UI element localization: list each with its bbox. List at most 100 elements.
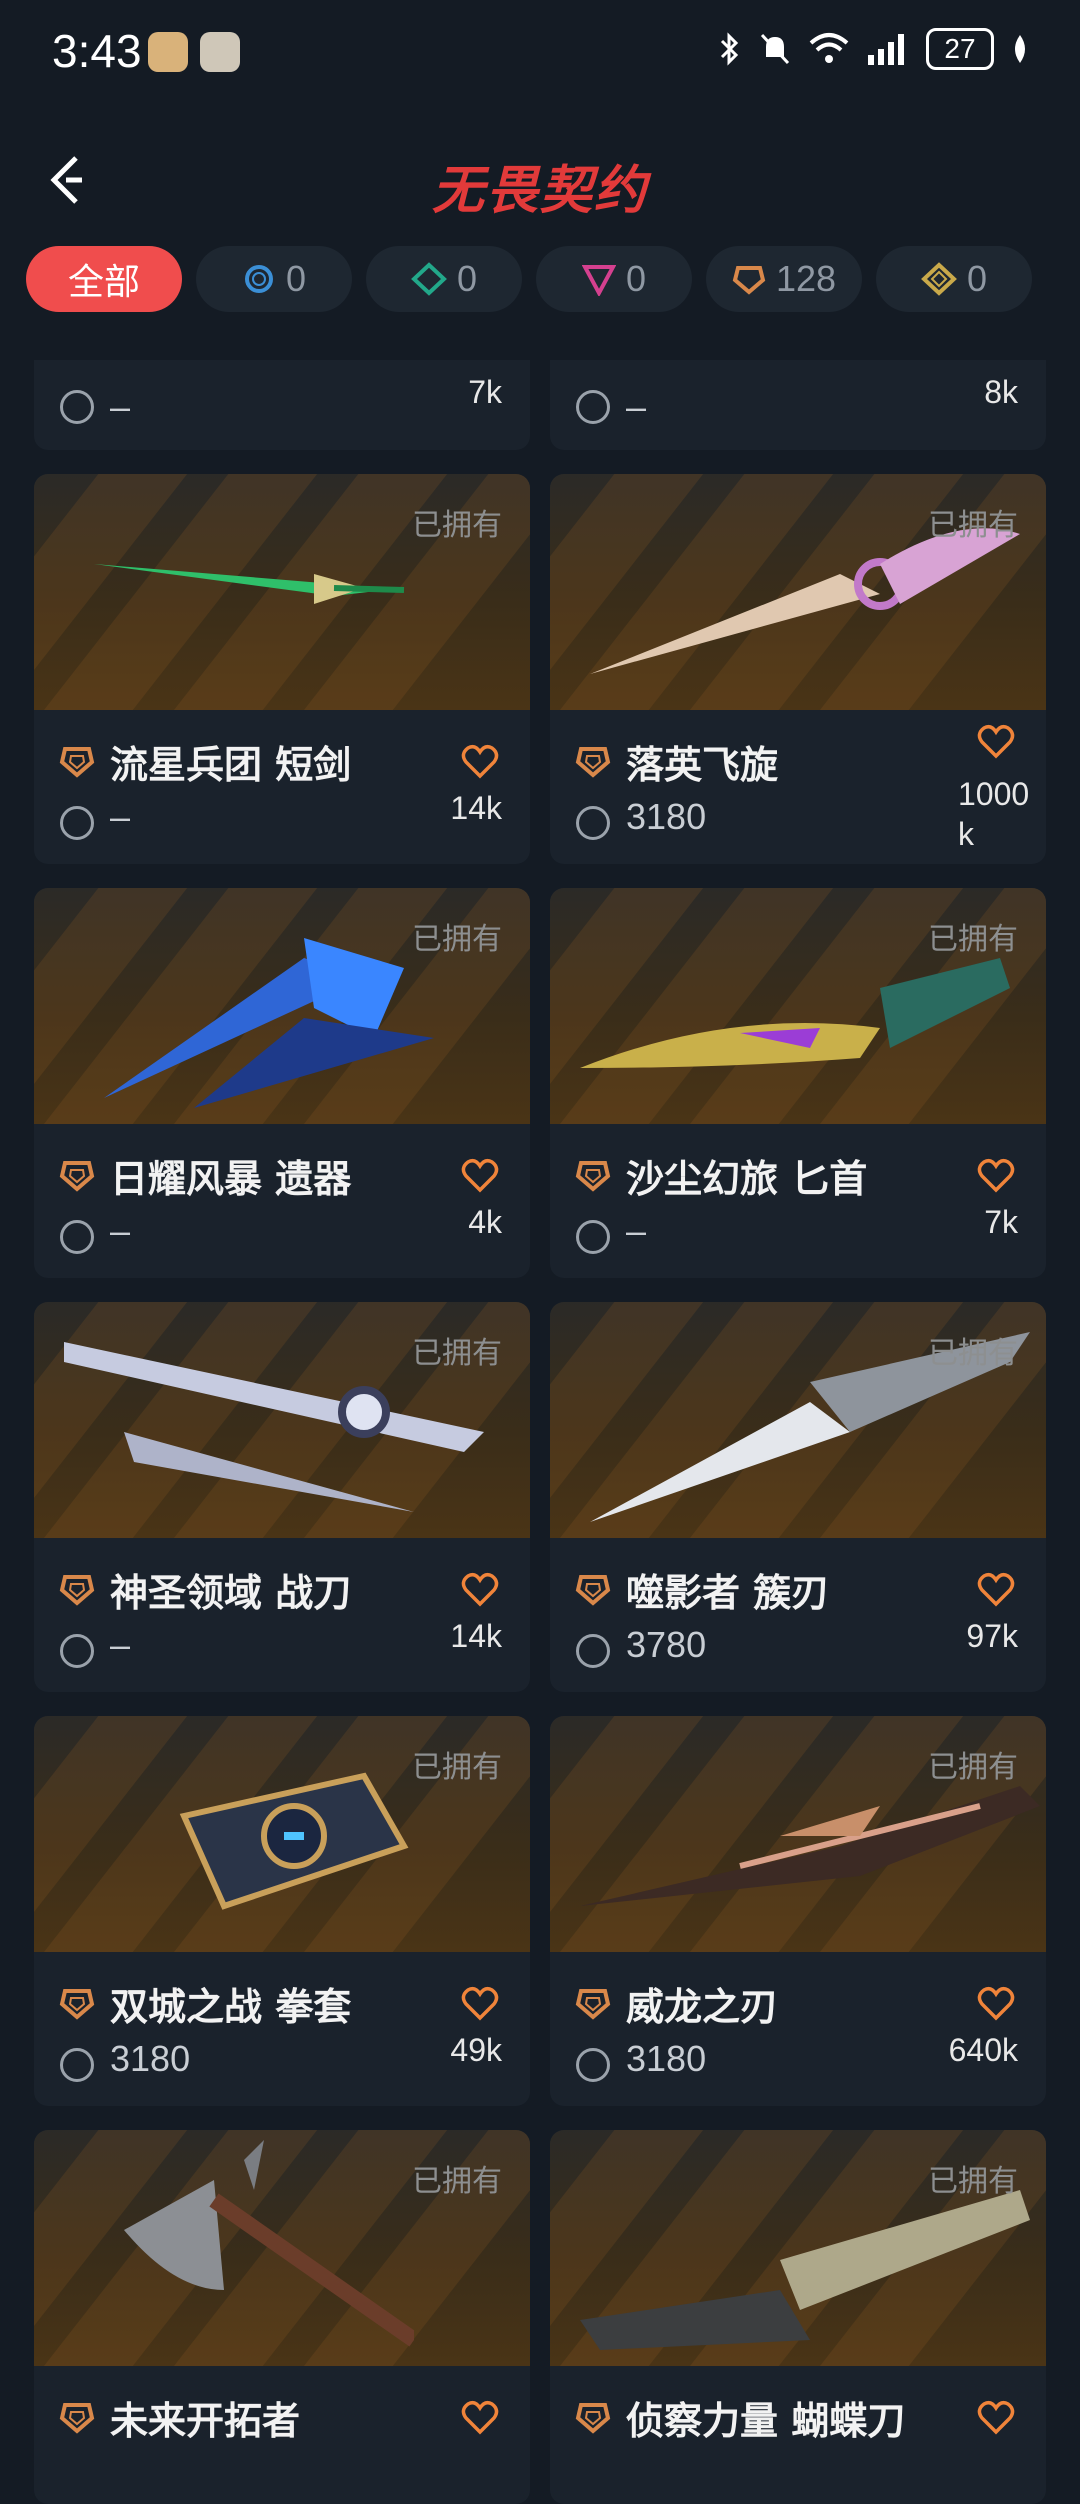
skin-name: 神圣领域 战刀 <box>110 1571 352 1615</box>
heart-icon[interactable] <box>976 1156 1016 1196</box>
orange-pentagon-icon <box>59 1989 95 2020</box>
card-price: 3180 <box>110 2038 191 2079</box>
skin-card[interactable]: 已拥有 噬影者 簇刃 3780 97k <box>550 1302 1046 1692</box>
partial-card[interactable]: – 8k <box>550 360 1046 450</box>
heart-icon[interactable] <box>460 1156 500 1196</box>
card-price: – <box>110 1624 131 1665</box>
skin-name: 威龙之刃 <box>626 1985 779 2029</box>
orange-pentagon-icon <box>59 747 95 778</box>
heart-icon[interactable] <box>460 1984 500 2024</box>
bluetooth-icon <box>720 32 739 66</box>
skin-name: 双城之战 拳套 <box>110 1985 352 2029</box>
card-likes: 7k <box>984 1204 1018 1240</box>
skin-card[interactable]: 已拥有 侦察力量 蝴蝶刀 <box>550 2130 1046 2504</box>
tab-blue-tier[interactable]: 0 <box>196 246 352 312</box>
heart-icon[interactable] <box>976 2398 1016 2438</box>
leaf-icon <box>1015 35 1025 63</box>
skin-image: 已拥有 <box>34 2130 530 2366</box>
orange-pentagon-icon <box>575 1161 611 1192</box>
status-icons: 27 <box>718 28 1030 70</box>
heart-icon[interactable] <box>976 722 1016 762</box>
owned-label: 已拥有 <box>412 1750 502 1785</box>
coin-icon <box>576 2048 610 2082</box>
skin-image: 已拥有 <box>34 1302 530 1538</box>
coin-icon <box>60 806 94 840</box>
tab-count: 0 <box>966 258 988 299</box>
card-price: – <box>110 796 131 837</box>
owned-label: 已拥有 <box>412 1336 502 1371</box>
tab-count: 128 <box>775 258 837 299</box>
teal-diamond-icon <box>411 262 447 296</box>
tab-pink-tier[interactable]: 0 <box>536 246 692 312</box>
skin-name: 沙尘幻旅 匕首 <box>626 1157 868 1201</box>
skin-card[interactable]: 已拥有 沙尘幻旅 匕首 – 7k <box>550 888 1046 1278</box>
card-price: – <box>110 386 131 427</box>
pink-triangle-icon <box>581 265 616 296</box>
tab-orange-tier[interactable]: 128 <box>706 246 862 312</box>
skin-card[interactable]: 已拥有 落英飞旋 3180 1000 k <box>550 474 1046 864</box>
skin-name: 未来开拓者 <box>110 2399 301 2443</box>
card-likes: 1000 k <box>958 776 1030 852</box>
owned-label: 已拥有 <box>412 508 502 543</box>
tab-count: 0 <box>456 258 478 299</box>
orange-pentagon-icon <box>575 1989 611 2020</box>
card-likes: 7k <box>468 374 502 410</box>
card-likes: 8k <box>984 374 1018 410</box>
card-likes: 14k <box>450 1618 502 1654</box>
card-price: 3180 <box>626 2038 707 2079</box>
header: 无畏契约 <box>0 130 1080 230</box>
page-title: 无畏契约 <box>431 161 648 221</box>
partial-row: – 7k – 8k <box>34 360 1046 452</box>
skin-card[interactable]: 已拥有 神圣领域 战刀 – 14k <box>34 1302 530 1692</box>
orange-pentagon-icon <box>59 1575 95 1606</box>
skin-name: 日耀风暴 遗器 <box>110 1157 352 1201</box>
tab-label: 全部 <box>67 262 140 303</box>
battery-indicator: 27 <box>926 28 994 70</box>
skin-image: 已拥有 <box>34 888 530 1124</box>
owned-label: 已拥有 <box>928 922 1018 957</box>
tab-all[interactable]: 全部 <box>26 246 182 312</box>
card-price: – <box>110 1210 131 1251</box>
heart-icon[interactable] <box>460 742 500 782</box>
heart-icon[interactable] <box>976 1570 1016 1610</box>
heart-icon[interactable] <box>460 2398 500 2438</box>
coin-icon <box>60 2048 94 2082</box>
tab-count: 0 <box>285 258 307 299</box>
skin-image: 已拥有 <box>550 888 1046 1124</box>
skin-card[interactable]: 已拥有 双城之战 拳套 3180 49k <box>34 1716 530 2106</box>
coin-icon <box>60 1634 94 1668</box>
owned-label: 已拥有 <box>928 508 1018 543</box>
skin-name: 侦察力量 蝴蝶刀 <box>626 2399 906 2443</box>
coin-icon <box>576 1220 610 1254</box>
heart-icon[interactable] <box>976 1984 1016 2024</box>
notification-app-icon-2 <box>200 32 240 72</box>
skin-name: 落英飞旋 <box>626 743 779 787</box>
skin-card[interactable]: 已拥有 日耀风暴 遗器 – 4k <box>34 888 530 1278</box>
heart-icon[interactable] <box>460 1570 500 1610</box>
owned-label: 已拥有 <box>928 1336 1018 1371</box>
skin-card[interactable]: 已拥有 未来开拓者 <box>34 2130 530 2504</box>
orange-pentagon-icon <box>575 747 611 778</box>
tab-teal-tier[interactable]: 0 <box>366 246 522 312</box>
orange-pentagon-icon <box>732 266 766 295</box>
skin-image: 已拥有 <box>34 474 530 710</box>
skin-image: 已拥有 <box>550 474 1046 710</box>
orange-pentagon-icon <box>575 1575 611 1606</box>
skin-card[interactable]: 已拥有 威龙之刃 3180 640k <box>550 1716 1046 2106</box>
card-price: 3780 <box>626 1624 707 1665</box>
skin-image: 已拥有 <box>550 1716 1046 1952</box>
tab-gold-tier[interactable]: 0 <box>876 246 1032 312</box>
skin-card[interactable]: 已拥有 流星兵团 短剑 – 14k <box>34 474 530 864</box>
card-likes: 4k <box>468 1204 502 1240</box>
card-price: – <box>626 386 647 427</box>
partial-card[interactable]: – 7k <box>34 360 530 450</box>
card-likes: 49k <box>450 2032 502 2068</box>
owned-label: 已拥有 <box>928 2164 1018 2199</box>
blue-ring-icon <box>244 265 273 293</box>
coin-icon <box>60 1220 94 1254</box>
coin-icon <box>576 390 610 424</box>
orange-pentagon-icon <box>59 1161 95 1192</box>
skin-name: 噬影者 簇刃 <box>626 1571 830 1615</box>
skin-image: 已拥有 <box>550 2130 1046 2366</box>
orange-pentagon-icon <box>575 2403 611 2434</box>
